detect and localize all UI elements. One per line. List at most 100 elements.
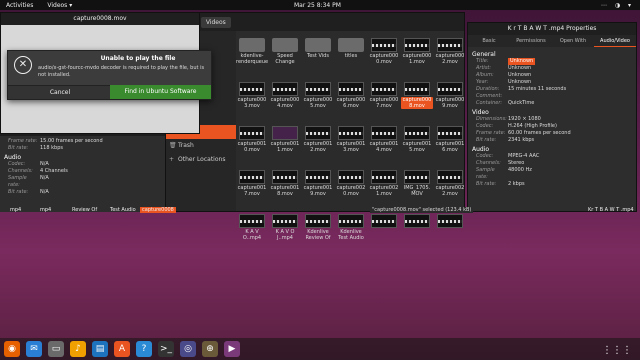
find-in-software-button[interactable]: Find in Ubuntu Software bbox=[110, 85, 211, 99]
file-item[interactable]: capture000 1.mov bbox=[401, 35, 433, 79]
file-item[interactable]: capture001 9.mov bbox=[302, 167, 334, 211]
file-item[interactable]: capture000 8.mov bbox=[401, 79, 433, 123]
file-item[interactable]: capture000 5.mov bbox=[302, 79, 334, 123]
desktop-file-label[interactable]: Review Of bbox=[72, 207, 97, 213]
software-icon[interactable]: A bbox=[114, 341, 130, 357]
app-menu[interactable]: Videos ▾ bbox=[47, 2, 72, 9]
folder-item[interactable]: titles bbox=[335, 35, 367, 79]
folder-item[interactable]: Test Vids bbox=[302, 35, 334, 79]
video-thumbnail bbox=[239, 170, 265, 184]
file-item[interactable]: capture000 3.mov bbox=[236, 79, 268, 123]
file-item[interactable] bbox=[368, 211, 400, 255]
properties-window: K r T B A W T .mp4 Properties Basic Permi… bbox=[467, 22, 637, 212]
file-name: capture001 2.mov bbox=[303, 141, 333, 153]
file-name: capture001 9.mov bbox=[303, 185, 333, 197]
file-item[interactable]: capture000 7.mov bbox=[368, 79, 400, 123]
desktop-file-label[interactable]: capture0008 bbox=[140, 207, 176, 213]
property-value: Unknown bbox=[508, 58, 536, 65]
file-item[interactable]: capture001 6.mov bbox=[434, 123, 466, 167]
sidebar-item[interactable]: + Other Locations bbox=[166, 153, 236, 167]
files-header: ‹ › Videos bbox=[166, 13, 464, 31]
system-tray[interactable]: ⋯ ◑ ▾ bbox=[601, 2, 634, 9]
firefox-icon[interactable]: ◉ bbox=[4, 341, 20, 357]
property-value: 15 minutes 11 seconds bbox=[508, 86, 567, 92]
video-thumbnail bbox=[305, 126, 331, 140]
thunderbird-icon[interactable]: ✉ bbox=[26, 341, 42, 357]
file-item[interactable]: capture001 5.mov bbox=[401, 123, 433, 167]
property-value: Unknown bbox=[508, 65, 532, 71]
general-section: General Title: Unknown Artist: Unknown Album… bbox=[468, 47, 636, 188]
file-item[interactable]: capture000 9.mov bbox=[434, 79, 466, 123]
file-name: IMG_1705. MOV bbox=[403, 185, 431, 197]
video-thumbnail bbox=[338, 170, 364, 184]
file-item[interactable]: capture000 6.mov bbox=[335, 79, 367, 123]
secondary-properties: Frame rate: 15.00 frames per second Bit ra… bbox=[0, 136, 165, 212]
property-row: Sample rate: N/A bbox=[4, 175, 161, 189]
property-value: 2 kbps bbox=[508, 181, 525, 187]
file-item[interactable]: capture001 0.mov bbox=[236, 123, 268, 167]
show-applications-icon[interactable]: ⋮⋮⋮ bbox=[602, 345, 632, 356]
files-icon[interactable]: ▭ bbox=[48, 341, 64, 357]
activities-button[interactable]: Activities bbox=[6, 2, 33, 9]
file-name: capture001 4.mov bbox=[369, 141, 399, 153]
player-title: capture0008.mov bbox=[1, 13, 199, 25]
file-name: capture001 5.mov bbox=[402, 141, 432, 153]
file-item[interactable]: capture002 0.mov bbox=[335, 167, 367, 211]
property-row: Bit rate: 2 kbps bbox=[472, 181, 632, 188]
file-item[interactable]: capture002 1.mov bbox=[368, 167, 400, 211]
file-name: Kdenlive Review Of bbox=[305, 229, 331, 241]
dialog-message: audio/x-gst-fourcc-mvdo decoder is requi… bbox=[38, 65, 205, 78]
file-name: capture000 1.mov bbox=[402, 53, 432, 65]
file-item[interactable]: capture001 2.mov bbox=[302, 123, 334, 167]
videos-icon[interactable]: ▶ bbox=[224, 341, 240, 357]
file-item[interactable]: capture001 8.mov bbox=[269, 167, 301, 211]
rhythmbox-icon[interactable]: ♪ bbox=[70, 341, 86, 357]
video-thumbnail bbox=[338, 126, 364, 140]
files-window: ‹ › Videos ▶Videos🗑Trash+Other Locations… bbox=[165, 12, 466, 241]
desktop-file-label[interactable]: Kr T B A W T .mp4 bbox=[588, 207, 634, 213]
file-item[interactable]: capture000 0.mov bbox=[368, 35, 400, 79]
property-row: Bit rate: 2341 kbps bbox=[472, 137, 632, 144]
properties-tab[interactable]: Audio/Video bbox=[594, 35, 636, 47]
desktop-file-label[interactable]: mp4 bbox=[40, 207, 51, 213]
desktop-file-label[interactable]: mp4 bbox=[10, 207, 21, 213]
desktop-file-label[interactable]: Test Audio bbox=[110, 207, 136, 213]
file-item[interactable]: K A V O J..mp4 bbox=[269, 211, 301, 255]
file-item[interactable]: Kdenlive Review Of bbox=[302, 211, 334, 255]
file-item[interactable]: capture001 7.mov bbox=[236, 167, 268, 211]
properties-tab[interactable]: Basic bbox=[468, 35, 510, 47]
properties-tab[interactable]: Open With bbox=[552, 35, 594, 47]
video-thumbnail bbox=[404, 126, 430, 140]
sidebar-item[interactable]: 🗑 Trash bbox=[166, 139, 236, 153]
file-item[interactable]: IMG_1705. MOV bbox=[401, 167, 433, 211]
clock[interactable]: Mar 25 8:34 PM bbox=[294, 2, 341, 9]
file-item[interactable]: Kdenlive Test Audio bbox=[335, 211, 367, 255]
terminal-icon[interactable]: >_ bbox=[158, 341, 174, 357]
folder-item[interactable]: Speed Change bbox=[269, 35, 301, 79]
file-item[interactable]: capture002 2.mov bbox=[434, 167, 466, 211]
video-thumbnail bbox=[239, 214, 265, 228]
crosshair-icon[interactable]: ⊕ bbox=[202, 341, 218, 357]
file-name: K A V O J..mp4 bbox=[275, 229, 295, 241]
property-key: Duration: bbox=[476, 86, 500, 92]
file-item[interactable]: capture001 3.mov bbox=[335, 123, 367, 167]
file-item[interactable]: capture000 4.mov bbox=[269, 79, 301, 123]
file-item[interactable]: K A V O..mp4 bbox=[236, 211, 268, 255]
property-key: Year: bbox=[476, 79, 489, 85]
writer-icon[interactable]: ▤ bbox=[92, 341, 108, 357]
help-icon[interactable]: ? bbox=[136, 341, 152, 357]
screenshot-icon[interactable]: ◎ bbox=[180, 341, 196, 357]
cancel-button[interactable]: Cancel bbox=[8, 85, 112, 99]
plus-icon: + bbox=[169, 156, 175, 163]
properties-tab[interactable]: Permissions bbox=[510, 35, 552, 47]
video-thumbnail bbox=[272, 170, 298, 184]
folder-item[interactable]: kdenlive-renderqueue bbox=[236, 35, 268, 79]
property-row: Sample rate: 48000 Hz bbox=[472, 167, 632, 181]
file-item[interactable]: capture000 2.mov bbox=[434, 35, 466, 79]
file-item[interactable]: capture001 1.mov bbox=[269, 123, 301, 167]
file-item[interactable] bbox=[434, 211, 466, 255]
path-bar[interactable]: Videos bbox=[200, 16, 231, 28]
file-item[interactable]: capture001 4.mov bbox=[368, 123, 400, 167]
file-item[interactable] bbox=[401, 211, 433, 255]
property-key: Dimensions: bbox=[476, 116, 507, 122]
